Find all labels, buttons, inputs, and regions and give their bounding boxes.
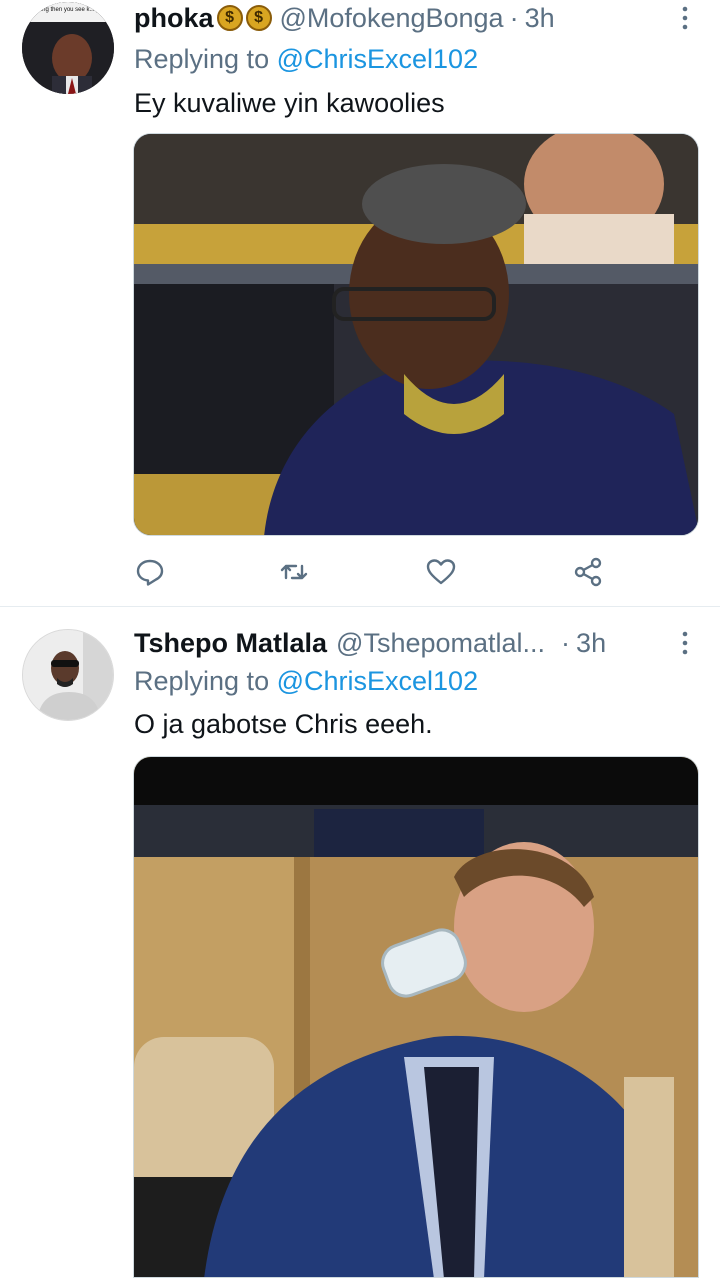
money-bag-emoji: $ (245, 5, 272, 31)
replying-prefix: Replying to (134, 666, 277, 696)
tweet-photo[interactable] (133, 133, 699, 536)
display-name[interactable]: phoka (134, 3, 214, 34)
money-bag-emoji: $ (216, 5, 243, 31)
timestamp[interactable]: 3h (576, 628, 606, 659)
timestamp[interactable]: 3h (525, 3, 555, 34)
heart-icon[interactable] (425, 556, 457, 588)
replying-prefix: Replying to (134, 44, 277, 74)
user-handle[interactable]: @MofokengBonga (280, 3, 504, 34)
tweet-text: O ja gabotse Chris eeeh. (134, 709, 433, 739)
tweet-card[interactable]: sleeping then you see k... party phoka $… (0, 0, 720, 607)
speech-bubble-icon[interactable] (134, 556, 166, 588)
more-options-icon[interactable] (680, 6, 690, 30)
tweet-header: phoka $ $ @MofokengBonga · 3h (134, 0, 700, 36)
display-name[interactable]: Tshepo Matlala (134, 628, 327, 659)
replying-to: Replying to @ChrisExcel102 (134, 44, 478, 75)
mention-link[interactable]: @ChrisExcel102 (277, 666, 479, 696)
more-options-icon[interactable] (680, 631, 690, 655)
tweet-card[interactable]: Tshepo Matlala @Tshepomatlal... · 3h Rep… (0, 607, 720, 1278)
user-handle[interactable]: @Tshepomatlal... (336, 628, 545, 659)
tweet-text: Ey kuvaliwe yin kawoolies (134, 88, 445, 118)
tweet-header: Tshepo Matlala @Tshepomatlal... · 3h (134, 625, 700, 661)
avatar[interactable]: sleeping then you see k... party (22, 2, 114, 94)
retweet-arrows-icon[interactable] (278, 556, 310, 588)
separator: · (509, 2, 519, 33)
share-nodes-icon[interactable] (572, 556, 604, 588)
avatar-caption: sleeping then you see k... party (26, 7, 109, 13)
tweet-actions (134, 556, 604, 588)
mention-link[interactable]: @ChrisExcel102 (277, 44, 479, 74)
replying-to: Replying to @ChrisExcel102 (134, 666, 478, 697)
separator: · (561, 627, 571, 658)
tweet-photo[interactable] (133, 756, 699, 1278)
avatar[interactable] (22, 629, 114, 721)
